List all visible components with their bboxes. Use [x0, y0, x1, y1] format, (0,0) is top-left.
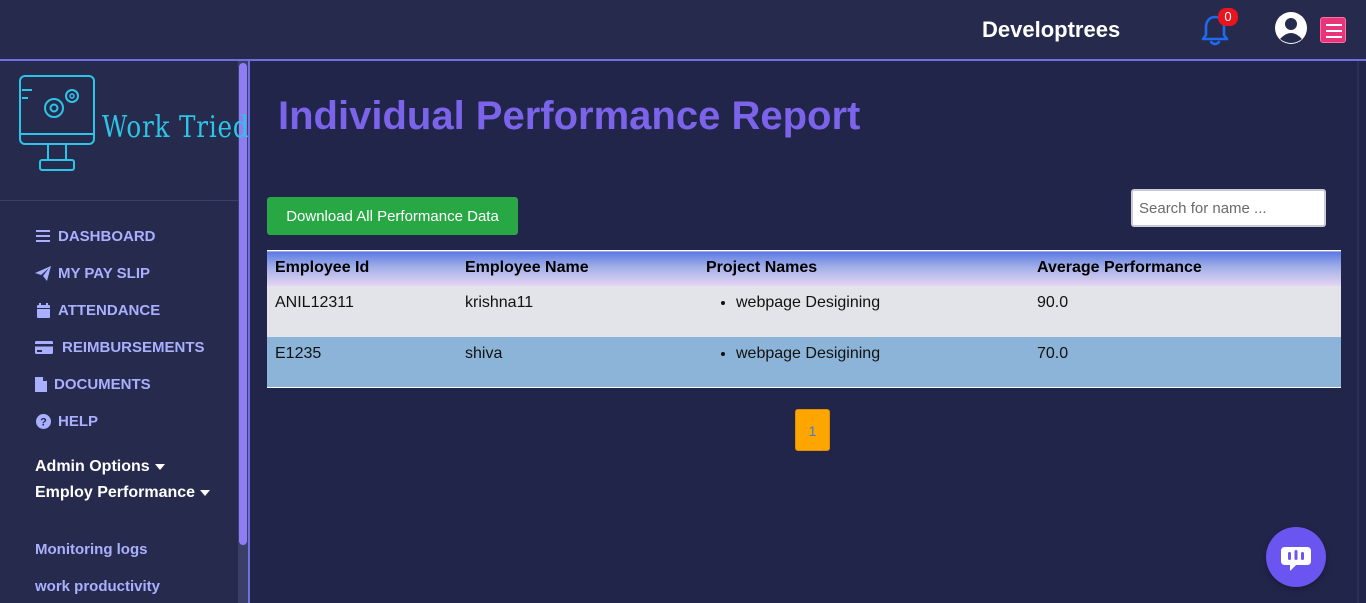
table-row[interactable]: ANIL12311 krishna11 webpage Desigining 9…: [267, 285, 1341, 337]
employee-id-cell: ANIL12311: [267, 285, 457, 337]
brand-name: Developtrees: [982, 17, 1121, 42]
average-performance-cell: 90.0: [1029, 285, 1341, 337]
employ-performance-toggle[interactable]: Employ Performance: [35, 484, 211, 502]
monitoring-logs-link[interactable]: Monitoring logs: [35, 541, 147, 558]
sidebar-item-label: MY PAY SLIP: [58, 264, 150, 282]
credit-card-icon: [34, 339, 54, 355]
page-scrollbar[interactable]: [1357, 61, 1359, 603]
sidebar-item-label: REIMBURSEMENTS: [62, 338, 205, 356]
calendar-icon: [34, 302, 52, 318]
sidebar-item-reimbursements[interactable]: REIMBURSEMENTS: [34, 336, 205, 358]
question-circle-icon: ?: [34, 413, 52, 429]
sidebar-item-my-pay-slip[interactable]: MY PAY SLIP: [34, 262, 150, 284]
sidebar-item-label: ATTENDANCE: [58, 301, 161, 319]
table-row[interactable]: E1235 shiva webpage Desigining 70.0: [267, 336, 1341, 388]
employee-name-cell: krishna11: [457, 285, 698, 337]
download-performance-button[interactable]: Download All Performance Data: [267, 197, 518, 235]
table-header-row: Employee Id Employee Name Project Names …: [267, 250, 1341, 286]
search-input[interactable]: [1131, 189, 1326, 227]
chat-bubble-icon: [1281, 547, 1311, 571]
employee-name-cell: shiva: [457, 336, 698, 388]
paper-plane-icon: [34, 265, 52, 281]
performance-table: Employee Id Employee Name Project Names …: [267, 250, 1341, 388]
project-names-cell: webpage Desigining: [698, 336, 1029, 388]
computer-gear-logo-icon: [19, 75, 95, 171]
employ-performance-label: Employ Performance: [35, 484, 196, 501]
work-productivity-link[interactable]: work productivity: [35, 578, 160, 595]
hamburger-menu-icon[interactable]: [1320, 17, 1346, 43]
sidebar-item-documents[interactable]: DOCUMENTS: [34, 373, 151, 395]
user-circle-icon[interactable]: [1274, 11, 1308, 45]
sidebar-item-label: HELP: [58, 412, 99, 430]
file-icon: [34, 376, 48, 392]
main-divider: [248, 61, 250, 603]
column-header[interactable]: Employee Name: [457, 250, 698, 286]
column-header[interactable]: Project Names: [698, 250, 1029, 286]
notification-badge: 0: [1218, 8, 1238, 26]
project-names-cell: webpage Desigining: [698, 285, 1029, 337]
sidebar-item-attendance[interactable]: ATTENDANCE: [34, 299, 160, 321]
top-navbar: Developtrees 0: [0, 0, 1366, 61]
caret-down-icon: [154, 463, 165, 470]
average-performance-cell: 70.0: [1029, 336, 1341, 388]
svg-text:?: ?: [40, 416, 47, 428]
list-icon: [34, 228, 52, 244]
sidebar-item-help[interactable]: ? HELP: [34, 410, 98, 432]
sidebar-divider: [0, 200, 238, 201]
logo-text: Work Tried: [102, 110, 250, 145]
project-list-item: webpage Desigining: [736, 345, 1021, 363]
sidebar-item-label: DOCUMENTS: [54, 375, 151, 393]
page-title: Individual Performance Report: [278, 94, 861, 138]
employee-id-cell: E1235: [267, 336, 457, 388]
sidebar-item-dashboard[interactable]: DASHBOARD: [34, 225, 156, 247]
admin-options-label: Admin Options: [35, 458, 150, 475]
admin-options-toggle[interactable]: Admin Options: [35, 458, 165, 476]
project-list-item: webpage Desigining: [736, 294, 1021, 312]
pagination-page-button[interactable]: 1: [795, 409, 830, 451]
column-header[interactable]: Employee Id: [267, 250, 457, 286]
chat-button[interactable]: [1266, 527, 1326, 587]
column-header[interactable]: Average Performance: [1029, 250, 1341, 286]
sidebar-item-label: DASHBOARD: [58, 227, 156, 245]
caret-down-icon: [200, 489, 211, 496]
